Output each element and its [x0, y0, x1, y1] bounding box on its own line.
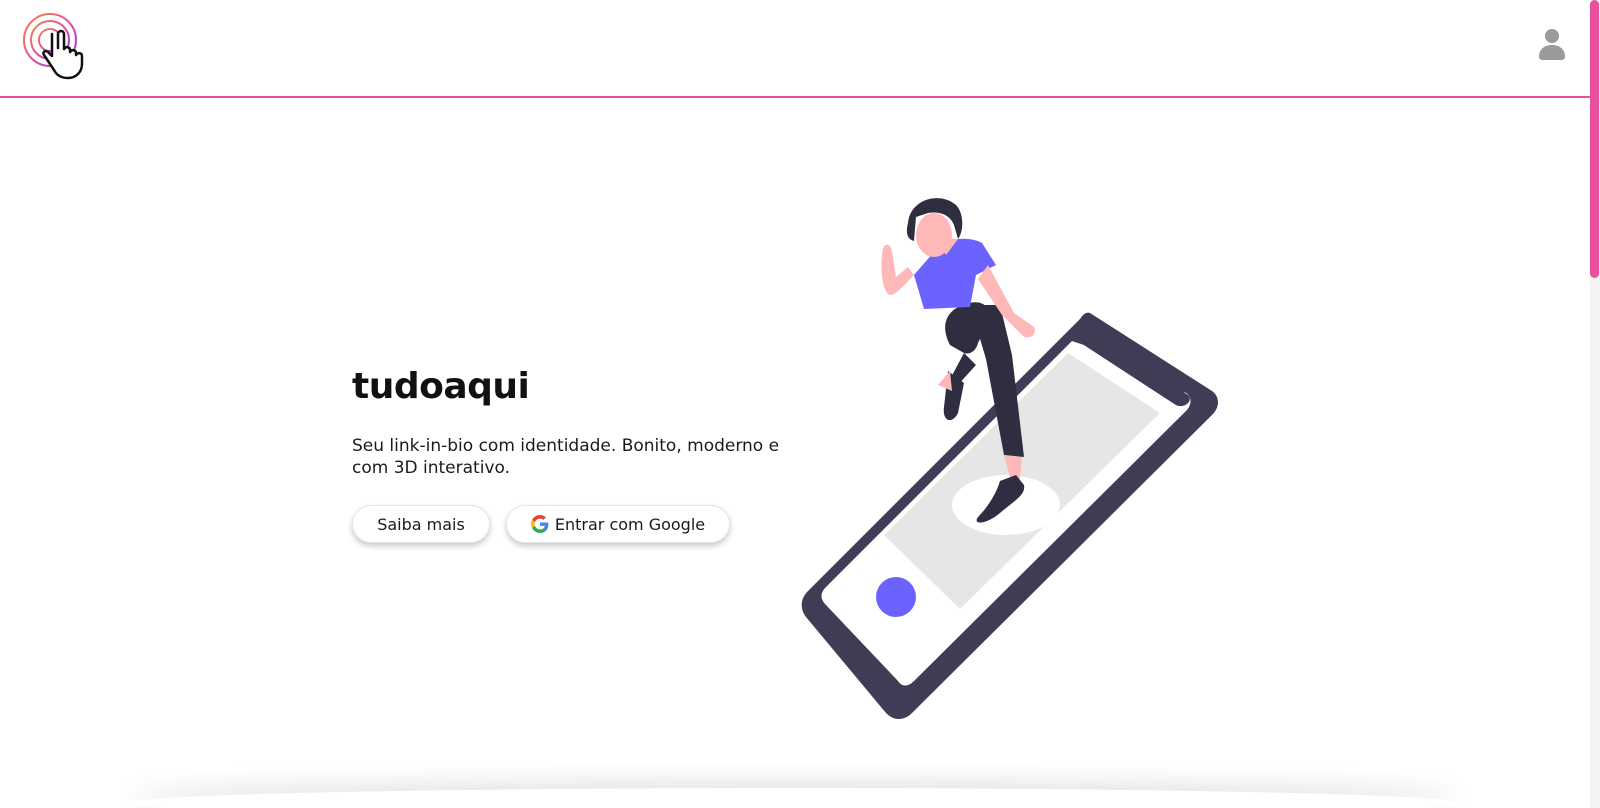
- hero-button-row: Saiba mais Entrar com Google: [352, 505, 792, 543]
- hero-section: tudoaqui Seu link-in-bio com identidade.…: [352, 366, 792, 543]
- learn-more-button[interactable]: Saiba mais: [352, 505, 490, 543]
- scrollbar-thumb[interactable]: [1590, 0, 1599, 278]
- hero-subtitle: Seu link-in-bio com identidade. Bonito, …: [352, 436, 780, 478]
- learn-more-label: Saiba mais: [377, 514, 465, 534]
- landing-page: tudoaqui Seu link-in-bio com identidade.…: [0, 0, 1600, 808]
- google-icon: [530, 515, 549, 533]
- top-header: [0, 0, 1590, 98]
- google-login-button[interactable]: Entrar com Google: [506, 505, 730, 543]
- bottom-section-shadow: [130, 788, 1460, 808]
- hero-title: tudoaqui: [352, 366, 530, 407]
- woman-on-phone-illustration: [800, 195, 1240, 735]
- logo-icon[interactable]: [22, 10, 88, 84]
- user-avatar-icon[interactable]: [1536, 26, 1568, 62]
- google-login-label: Entrar com Google: [554, 514, 706, 534]
